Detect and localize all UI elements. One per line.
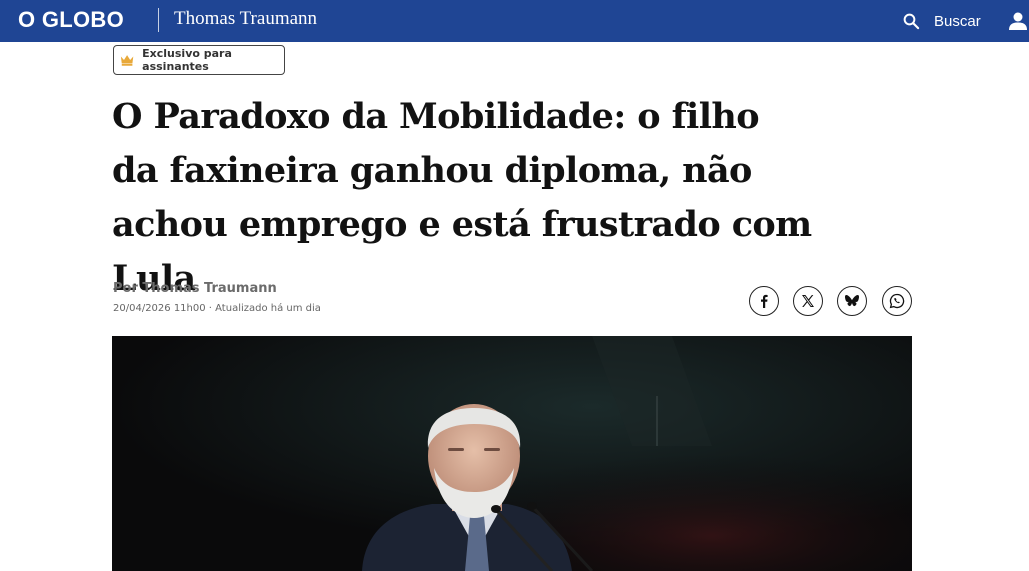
publish-date: 20/04/2026 11h00 · Atualizado há um dia [113,303,321,314]
search-icon [903,13,920,30]
article-headline: O Paradoxo da Mobilidade: o filho da fax… [112,96,812,299]
share-bluesky-button[interactable] [837,286,867,316]
crown-icon [120,55,134,66]
subscriber-exclusive-badge: Exclusivo para assinantes [113,45,285,75]
share-x-button[interactable] [793,286,823,316]
user-icon [1009,12,1027,30]
site-logo[interactable]: O GLOBO [18,7,124,33]
top-nav-bar: O GLOBO Thomas Traumann Buscar [0,0,1029,42]
search-button[interactable]: Buscar [902,9,981,33]
x-icon [802,295,814,307]
column-title[interactable]: Thomas Traumann [174,8,317,30]
share-facebook-button[interactable] [749,286,779,316]
badge-label: Exclusivo para assinantes [142,47,232,73]
search-label: Buscar [934,12,981,30]
article-lead-photo[interactable] [112,336,912,571]
bluesky-icon [845,295,859,307]
account-button[interactable] [1007,10,1029,32]
share-whatsapp-button[interactable] [882,286,912,316]
whatsapp-icon [889,293,905,309]
header-divider [158,8,159,32]
author-byline[interactable]: Por Thomas Traumann [113,281,277,296]
speaker-at-podium-image [112,336,912,571]
facebook-icon [761,294,768,308]
